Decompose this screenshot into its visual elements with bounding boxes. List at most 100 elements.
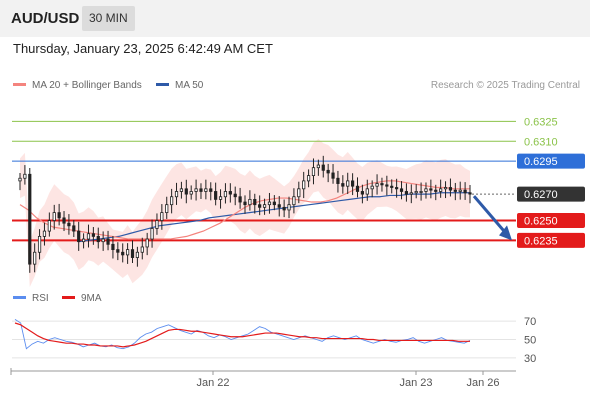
level-label-2: 0.6295 <box>524 156 558 168</box>
candle-body <box>272 201 276 206</box>
level-label-5: 0.6235 <box>524 235 558 247</box>
level-label-3: 0.6270 <box>524 189 558 201</box>
candle-body <box>414 191 418 194</box>
candle-body <box>336 177 340 184</box>
candle-body <box>419 191 423 193</box>
candle-body <box>409 192 413 195</box>
candle-body <box>135 251 139 258</box>
time-tick-label-0: Jan 22 <box>196 377 229 389</box>
time-tick-label-2: Jan 26 <box>466 377 499 389</box>
candle-body <box>86 233 91 240</box>
candle-body <box>453 189 457 192</box>
candle-body <box>341 183 345 187</box>
candle-body <box>439 188 443 192</box>
candle-body <box>346 180 350 187</box>
candle-body <box>165 204 169 214</box>
candle-body <box>258 204 262 208</box>
level-label-4: 0.6250 <box>524 216 558 228</box>
candle-body <box>385 184 389 187</box>
candle-body <box>160 212 164 221</box>
candle-body <box>321 164 325 171</box>
candle-body <box>267 201 272 206</box>
candle-body <box>42 230 47 237</box>
level-label-1: 0.6310 <box>524 136 558 148</box>
candle-body <box>302 180 306 190</box>
rsi-tick-label-1: 50 <box>524 335 536 347</box>
candle-body <box>262 204 267 208</box>
candle-body <box>248 198 252 206</box>
candle-body <box>28 173 32 265</box>
candle-body <box>306 175 311 182</box>
candle-body <box>209 188 213 192</box>
candle-body <box>228 191 232 195</box>
candle-body <box>101 238 105 243</box>
candle-body <box>77 230 81 243</box>
rsi-tick-label-0: 70 <box>524 316 536 328</box>
candle-body <box>170 196 174 206</box>
rsi-series-9ma <box>14 322 470 348</box>
candle-body <box>468 192 472 195</box>
candle-body <box>238 196 242 203</box>
price-chart: 0.6325 0.6310 0.6295 0.6270 0.6250 0.6235 70 50… <box>10 116 585 389</box>
candle-body <box>214 191 218 200</box>
candle-body <box>116 249 120 253</box>
candle-body <box>365 188 369 195</box>
candle-body <box>33 251 37 265</box>
candle-body <box>52 212 56 221</box>
candle-body <box>292 196 296 206</box>
candle-body <box>233 193 237 198</box>
candle-body <box>443 187 448 190</box>
candle-body <box>375 183 379 187</box>
candle-body <box>179 188 184 192</box>
candle-body <box>47 220 51 232</box>
candle-body <box>81 238 86 243</box>
candle-body <box>326 169 330 174</box>
candle-body <box>72 225 76 232</box>
candle-body <box>18 177 22 182</box>
candle-body <box>57 212 61 219</box>
candle-body <box>150 228 154 240</box>
candle-body <box>287 204 291 211</box>
candle-body <box>429 188 433 191</box>
candle-body <box>91 233 95 237</box>
candle-body <box>380 183 384 186</box>
level-label-0: 0.6325 <box>524 116 558 128</box>
candle-body <box>448 187 453 191</box>
candle-body <box>194 188 198 192</box>
candle-body <box>360 191 364 195</box>
candle-body <box>62 217 66 224</box>
candle-body <box>395 187 399 190</box>
candle-body <box>434 189 438 192</box>
candle-body <box>140 246 144 253</box>
candle-body <box>458 189 462 192</box>
candle-body <box>355 185 360 192</box>
candle-body <box>404 191 409 195</box>
candle-body <box>130 249 135 258</box>
candle-body <box>174 191 179 198</box>
candle-body <box>253 198 257 206</box>
candle-body <box>463 189 467 194</box>
candle-body <box>351 180 355 187</box>
candle-body <box>184 188 188 195</box>
candle-body <box>424 188 428 192</box>
candle-body <box>199 188 203 192</box>
candle-body <box>155 220 159 229</box>
candle-body <box>204 188 208 192</box>
candle-body <box>145 238 149 248</box>
candle-body <box>399 188 404 192</box>
candle-body <box>67 222 71 227</box>
time-tick-label-1: Jan 23 <box>399 377 432 389</box>
candle-body <box>390 185 394 188</box>
candle-body <box>243 201 247 206</box>
candle-body <box>316 164 320 169</box>
candle-body <box>126 249 130 256</box>
rsi-tick-label-2: 30 <box>524 353 536 365</box>
candle-body <box>189 191 193 195</box>
candle-body <box>106 238 110 245</box>
candle-body <box>111 243 115 251</box>
forecast-arrow-shaft <box>472 195 508 235</box>
candle-body <box>218 196 223 200</box>
candle-body <box>370 185 374 190</box>
candle-body <box>311 167 316 177</box>
candle-body <box>277 204 281 208</box>
